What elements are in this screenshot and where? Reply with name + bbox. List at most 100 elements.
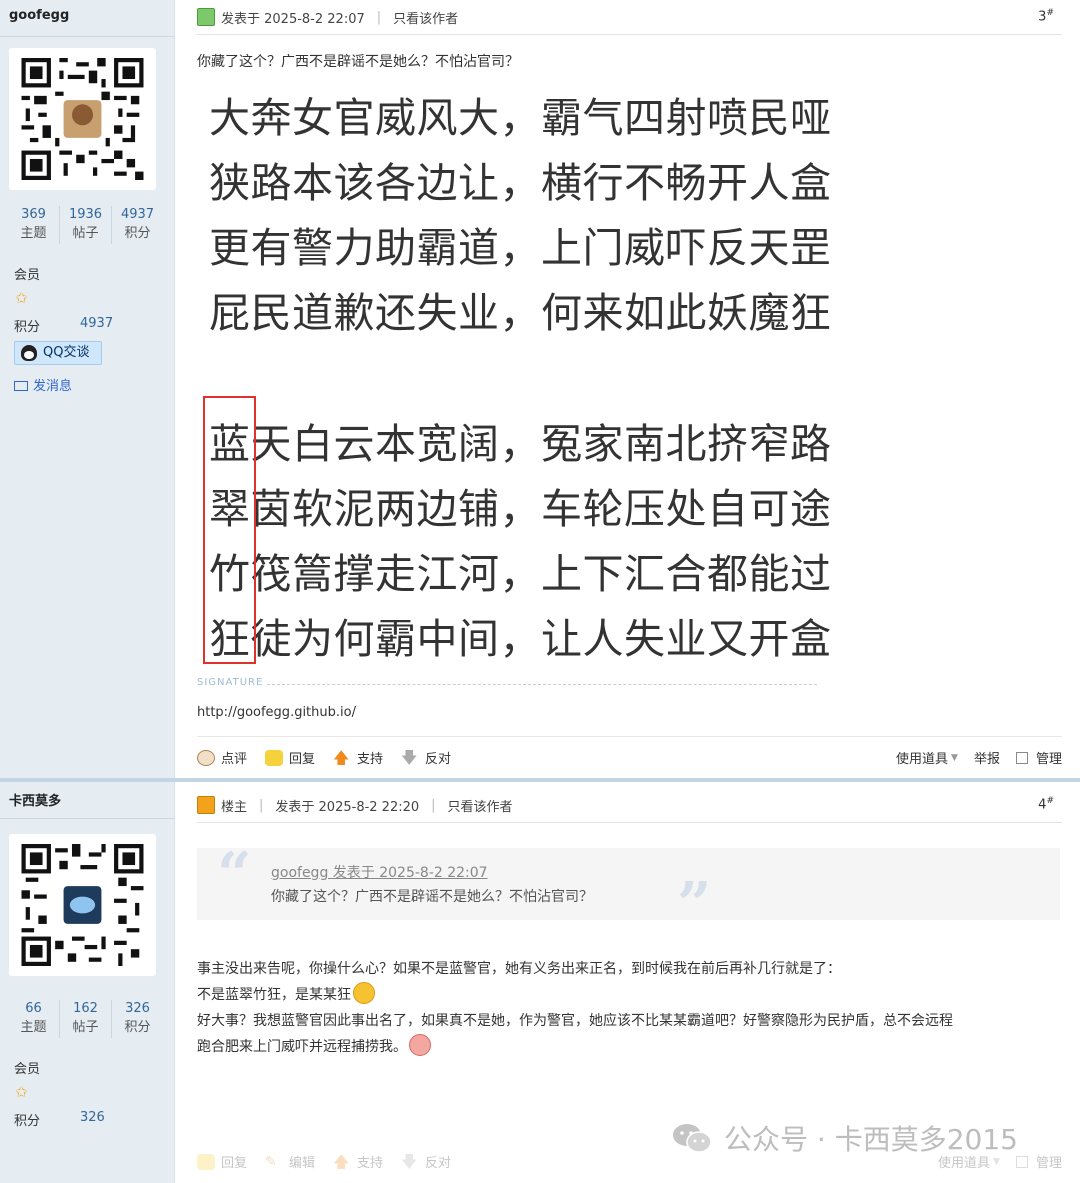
reply-label: 回复 [221, 1156, 248, 1171]
avatar[interactable] [9, 48, 156, 190]
avatar[interactable] [9, 834, 156, 976]
divider [0, 818, 174, 819]
poem-line: 狭路本该各边让，横行不畅开人盒 [209, 159, 832, 207]
stat-posts[interactable]: 1936 帖子 [60, 206, 112, 244]
user-group[interactable]: 会员 [14, 264, 40, 283]
poem-line: 大奔女官威风大，霸气四射喷民哑 [209, 94, 832, 142]
author-stats: 369 主题 1936 帖子 4937 积分 [8, 206, 163, 244]
post-3: goofegg 369 主题 1936 帖子 4937 积分 会员 ✩ 积分 4… [0, 0, 1080, 780]
floor-number[interactable]: 3# [1038, 8, 1054, 24]
qr-code-image [21, 844, 144, 966]
stat-posts[interactable]: 162 帖子 [60, 1000, 112, 1038]
qr-code-image [21, 58, 144, 180]
support-button[interactable]: 🡅 支持 [333, 1152, 383, 1171]
qq-chat-label: QQ交谈 [43, 345, 90, 360]
meta-separator: | [376, 9, 382, 25]
rank-star-icon: ✩ [15, 289, 28, 307]
reply-line: 好大事？我想蓝警官因此事出名了，如果真不是她，作为警官，她应该不比某某霸道吧？好… [197, 1013, 953, 1029]
poem-line: 狂徒为何霸中间，让人失业又开盒 [209, 615, 832, 663]
envelope-icon [14, 381, 28, 391]
support-button[interactable]: 🡅 支持 [333, 748, 383, 767]
stat-topics[interactable]: 369 主题 [8, 206, 60, 244]
oppose-label: 反对 [425, 752, 452, 767]
divider [0, 36, 174, 37]
comment-button[interactable]: 点评 [197, 748, 247, 767]
stat-label: 积分 [124, 1020, 151, 1035]
manage-checkbox[interactable]: 管理 [1015, 1152, 1062, 1171]
use-item-dropdown[interactable]: 使用道具 ▼ [896, 748, 958, 767]
signature-label: SIGNATURE [197, 677, 264, 688]
watermark-text: 公众号 · 卡西莫多2015 [724, 1123, 1018, 1156]
owner-icon [197, 796, 215, 814]
points-row: 积分 4937 [14, 316, 113, 335]
close-quote-icon: ” [677, 870, 712, 940]
send-message-link[interactable]: 发消息 [14, 375, 72, 394]
rank-star-icon: ✩ [15, 1083, 28, 1101]
meta-separator: | [431, 797, 436, 813]
post-actions: 点评 回复 🡅 支持 🡇 反对 [197, 748, 469, 767]
reply-button[interactable]: 回复 [265, 748, 315, 767]
oppose-button[interactable]: 🡇 反对 [401, 1152, 451, 1171]
quote-block: “ goofegg 发表于 2025-8-2 22:07 你藏了这个？广西不是辟… [197, 840, 1060, 940]
report-button[interactable]: 举报 [974, 748, 1000, 767]
manage-checkbox[interactable]: 管理 [1015, 748, 1062, 767]
stat-topics[interactable]: 66 主题 [8, 1000, 60, 1038]
points-row: 积分 326 [14, 1110, 105, 1129]
quote-source-link[interactable]: goofegg 发表于 2025-8-2 22:07 [271, 862, 488, 882]
support-label: 支持 [357, 1156, 384, 1171]
author-sidebar: 卡西莫多 66 主题 162 帖子 326 积分 会员 ✩ 积分 326 [0, 782, 175, 1183]
checkbox[interactable] [1015, 751, 1028, 764]
author-name[interactable]: 卡西莫多 [9, 790, 61, 809]
post-body: 发表于 2025-8-2 22:07 | 只看该作者 3# 你藏了这个？广西不是… [197, 0, 1062, 780]
points-label: 积分 [14, 320, 41, 335]
open-quote-icon: “ [217, 840, 252, 910]
floor-hash: # [1046, 8, 1054, 18]
qq-chat-button[interactable]: QQ交谈 [14, 341, 102, 365]
online-status-icon [197, 8, 215, 26]
meta-separator: | [259, 797, 264, 813]
floor-number[interactable]: 4# [1038, 796, 1054, 812]
report-label: 举报 [973, 752, 1000, 767]
floor-hash: # [1046, 796, 1054, 806]
chevron-down-icon: ▼ [993, 1156, 1000, 1167]
user-group[interactable]: 会员 [14, 1058, 40, 1077]
only-author-link[interactable]: 只看该作者 [448, 796, 513, 815]
reply-label: 回复 [289, 752, 316, 767]
tongue-emoji-icon [353, 982, 375, 1004]
signature-divider [267, 684, 817, 685]
oppose-button[interactable]: 🡇 反对 [401, 748, 451, 767]
post-text: 你藏了这个？广西不是辟谣不是她么？不怕沾官司？ [197, 54, 519, 70]
points-value: 326 [80, 1110, 105, 1125]
post-actions: 回复 ✎ 编辑 🡅 支持 🡇 反对 [197, 1152, 469, 1171]
oppose-label: 反对 [425, 1156, 452, 1171]
only-author-link[interactable]: 只看该作者 [393, 8, 458, 27]
author-sidebar: goofegg 369 主题 1936 帖子 4937 积分 会员 ✩ 积分 4… [0, 0, 175, 780]
manage-label: 管理 [1035, 752, 1062, 767]
support-label: 支持 [357, 752, 384, 767]
stat-value: 66 [25, 1001, 42, 1016]
stat-credits[interactable]: 4937 积分 [112, 206, 163, 244]
poem-line: 翠茵软泥两边铺，车轮压处自可途 [209, 485, 832, 533]
signature-link[interactable]: http://goofegg.github.io/ [197, 705, 356, 720]
post-time: 发表于 2025-8-2 22:20 [275, 799, 420, 815]
author-name[interactable]: goofegg [9, 8, 69, 23]
reply-line: 不是蓝翠竹狂，是某某狂 [197, 987, 351, 1003]
reply-line: 跑合肥来上门威吓并远程捕捞我。 [197, 1039, 407, 1055]
reply-button[interactable]: 回复 [197, 1152, 247, 1171]
stat-credits[interactable]: 326 积分 [112, 1000, 163, 1038]
author-stats: 66 主题 162 帖子 326 积分 [8, 1000, 163, 1038]
divider [197, 822, 1062, 823]
reply-text: 事主没出来告呢，你操什么心？如果不是蓝警官，她有义务出来正名，到时候我在前后再补… [197, 956, 1062, 1060]
watermark: 公众号 · 卡西莫多2015 [672, 1118, 1018, 1158]
send-message-label: 发消息 [33, 379, 73, 394]
poem-line: 更有警力助霸道，上门威吓反天罡 [209, 224, 832, 272]
edit-button[interactable]: ✎ 编辑 [265, 1152, 315, 1172]
quote-text: 你藏了这个？广西不是辟谣不是她么？不怕沾官司？ [271, 889, 593, 905]
poem-line: 蓝天白云本宽阔，冤家南北挤窄路 [209, 420, 832, 468]
stat-label: 帖子 [72, 226, 99, 241]
stat-value: 162 [73, 1001, 98, 1016]
comment-label: 点评 [221, 752, 248, 767]
reply-bubble-icon [265, 749, 284, 766]
owner-badge: 楼主 [221, 799, 248, 815]
stat-value: 1936 [68, 207, 103, 222]
